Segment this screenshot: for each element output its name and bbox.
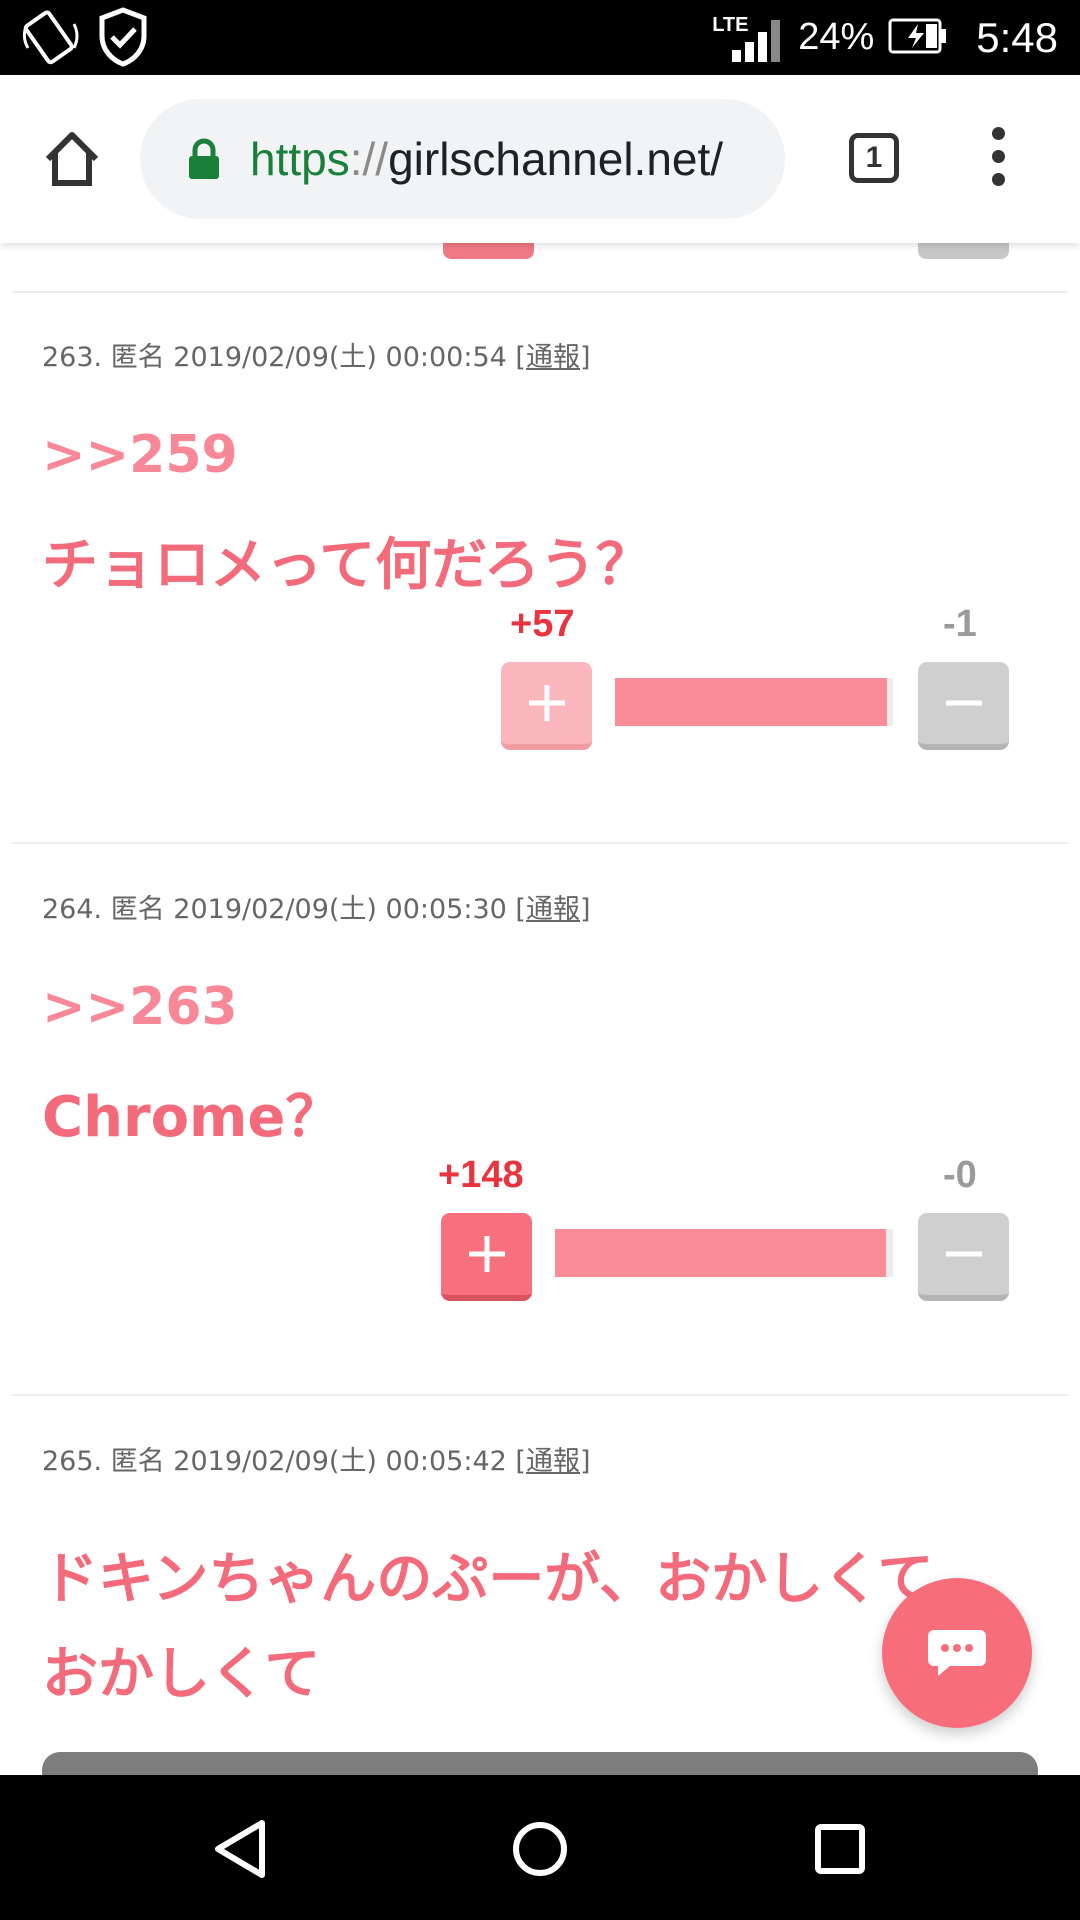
back-icon[interactable] bbox=[210, 1817, 270, 1885]
reply-anchor-link[interactable]: >>263 bbox=[42, 977, 238, 1037]
plus-vote-button[interactable] bbox=[501, 662, 592, 750]
home-circle-icon[interactable] bbox=[510, 1817, 570, 1885]
report-link[interactable]: [通報] bbox=[515, 894, 590, 925]
vote-ratio-fill bbox=[555, 1229, 887, 1277]
status-bar: LTE 24% 5:48 bbox=[0, 0, 1080, 75]
tab-count: 1 bbox=[865, 141, 883, 174]
minus-count: -0 bbox=[943, 1154, 977, 1196]
chat-bubble-icon bbox=[928, 1630, 986, 1676]
report-link[interactable]: [通報] bbox=[515, 342, 590, 373]
battery-percent: 24% bbox=[798, 16, 875, 58]
battery-charging-icon bbox=[888, 16, 948, 60]
shield-check-icon bbox=[96, 6, 150, 72]
report-link[interactable]: [通報] bbox=[515, 1446, 590, 1477]
plus-icon bbox=[528, 685, 565, 721]
comment-text: Chrome？ bbox=[42, 1085, 342, 1150]
vote-ratio-fill bbox=[615, 678, 888, 726]
navigation-bar bbox=[0, 1775, 1080, 1920]
comment-263: 263. 匿名 2019/02/09(土) 00:00:54 [通報] >>25… bbox=[0, 335, 1080, 765]
home-icon[interactable] bbox=[40, 127, 104, 191]
minus-count: -1 bbox=[943, 603, 977, 645]
plus-vote-button[interactable] bbox=[441, 1213, 532, 1301]
prev-minus-button[interactable] bbox=[918, 243, 1009, 259]
plus-count: +148 bbox=[438, 1154, 524, 1196]
vote-ratio-bar bbox=[555, 1229, 893, 1277]
comment-meta: 264. 匿名 2019/02/09(土) 00:05:30 [通報] bbox=[42, 894, 591, 925]
comment-list: 263. 匿名 2019/02/09(土) 00:00:54 [通報] >>25… bbox=[0, 243, 1080, 1775]
lock-icon bbox=[186, 137, 222, 185]
browser-toolbar: https://girlschannel.net/ 1 bbox=[0, 75, 1080, 243]
recents-icon[interactable] bbox=[810, 1817, 870, 1885]
divider bbox=[12, 842, 1068, 844]
comment-fab[interactable] bbox=[882, 1578, 1032, 1728]
previous-vote-buttons bbox=[0, 243, 1080, 293]
vote-ratio-bar bbox=[615, 678, 893, 726]
more-vert-icon[interactable] bbox=[988, 127, 1008, 187]
comment-meta: 263. 匿名 2019/02/09(土) 00:00:54 [通報] bbox=[42, 342, 591, 373]
comment-text-line-2: おかしくて bbox=[42, 1642, 321, 1707]
minus-vote-button[interactable] bbox=[918, 1213, 1009, 1301]
minus-icon bbox=[945, 1251, 982, 1257]
prev-plus-button[interactable] bbox=[443, 243, 534, 259]
plus-count: +57 bbox=[510, 603, 575, 645]
signal-icon: LTE bbox=[712, 8, 784, 68]
comment-264: 264. 匿名 2019/02/09(土) 00:05:30 [通報] >>26… bbox=[0, 887, 1080, 1317]
minus-icon bbox=[945, 700, 982, 706]
screen-rotation-icon bbox=[20, 6, 82, 72]
minus-vote-button[interactable] bbox=[918, 662, 1009, 750]
comment-meta: 265. 匿名 2019/02/09(土) 00:05:42 [通報] bbox=[42, 1446, 591, 1477]
url-text: https://girlschannel.net/ bbox=[250, 133, 724, 185]
plus-icon bbox=[468, 1236, 505, 1272]
comment-text-line-1: ドキンちゃんのぷーが、おかしくて bbox=[42, 1547, 934, 1612]
reply-anchor-link[interactable]: >>259 bbox=[42, 425, 238, 485]
comment-text: チョロメって何だろう？ bbox=[42, 533, 652, 598]
url-bar[interactable]: https://girlschannel.net/ bbox=[140, 99, 785, 219]
divider bbox=[12, 1394, 1068, 1396]
tabs-icon[interactable]: 1 bbox=[849, 133, 899, 183]
divider bbox=[12, 291, 1068, 293]
clock: 5:48 bbox=[976, 13, 1058, 61]
